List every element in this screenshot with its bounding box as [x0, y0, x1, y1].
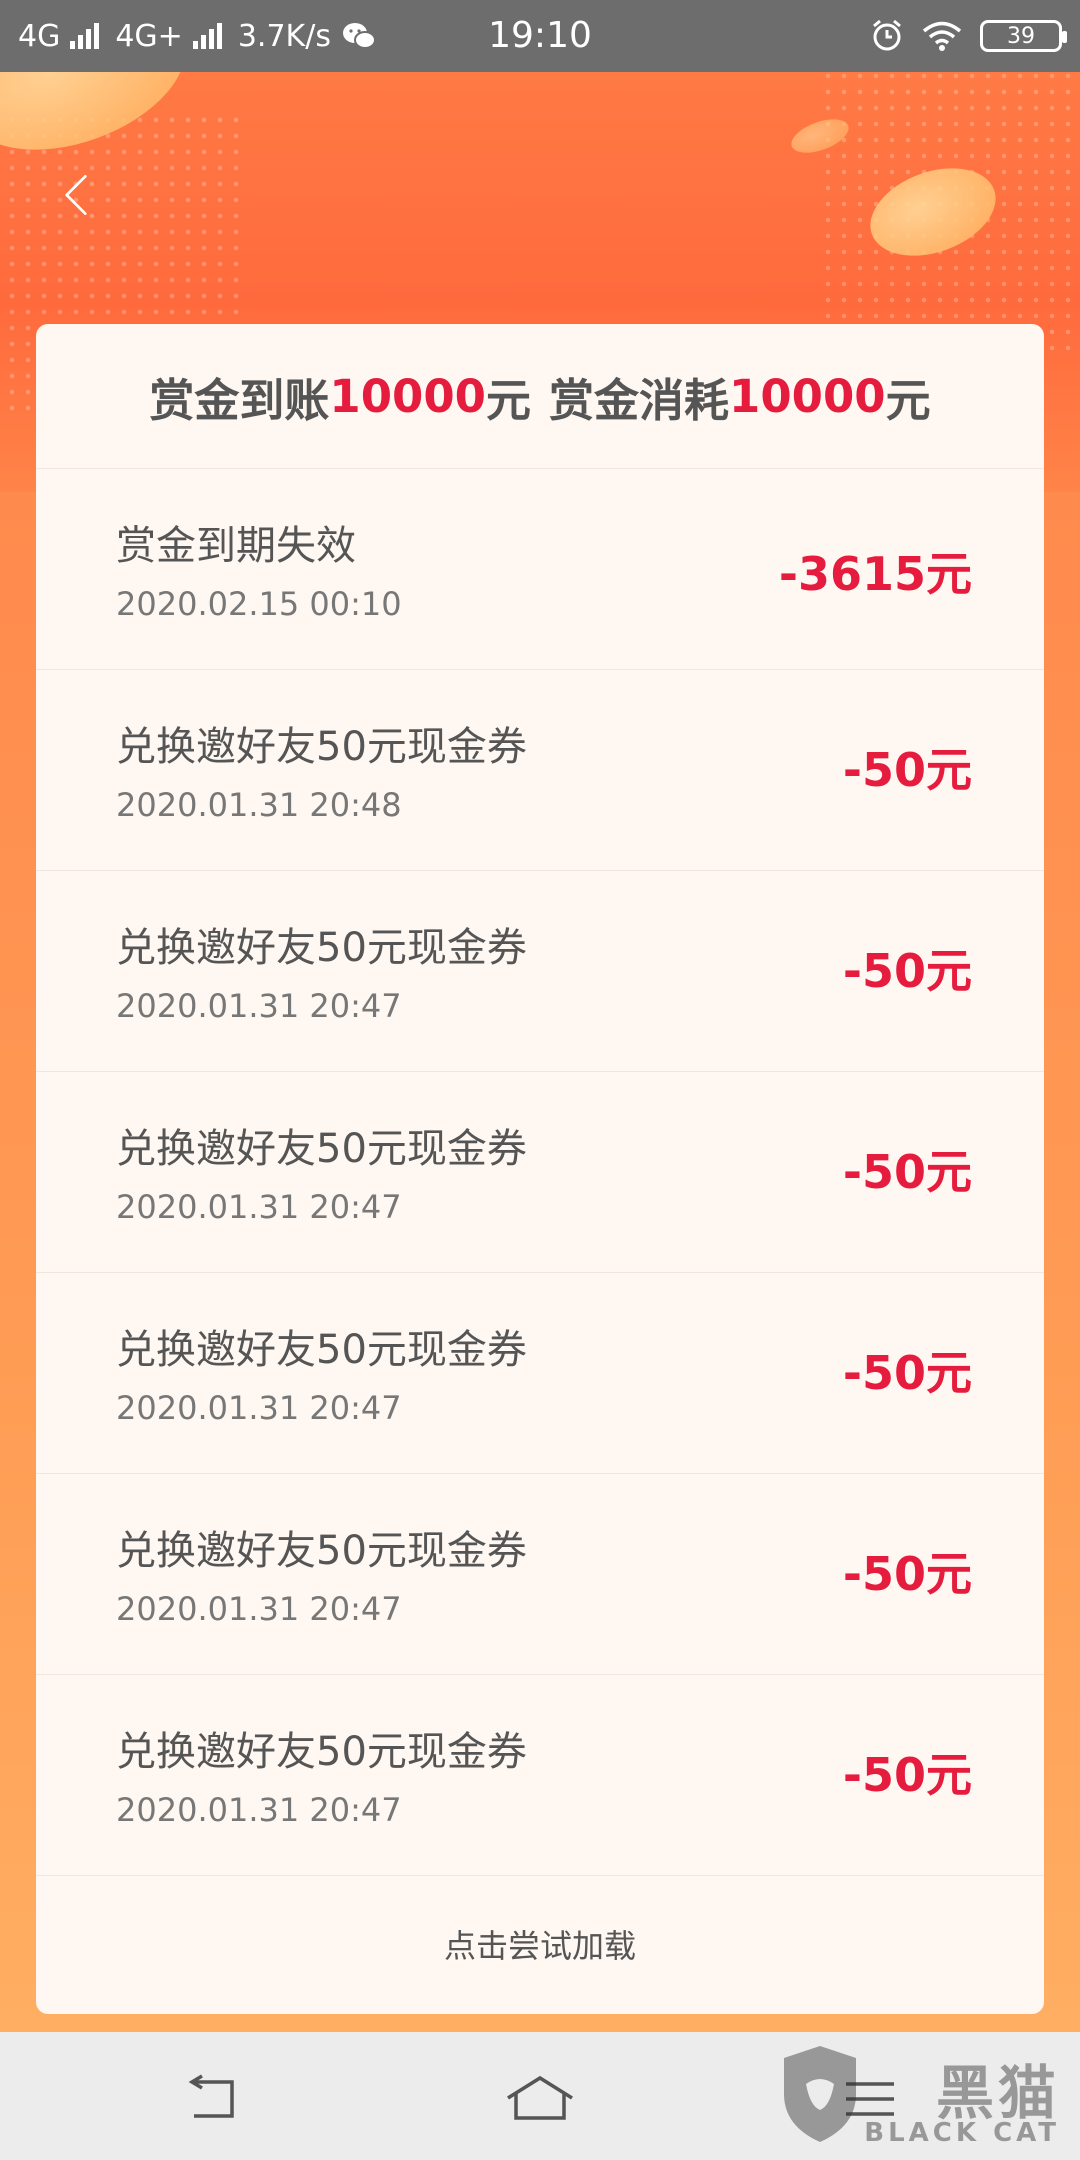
record-row: 兑换邀好友50元现金券 2020.01.31 20:47 -50元: [36, 1474, 1044, 1675]
record-date: 2020.01.31 20:47: [116, 1188, 402, 1226]
record-date: 2020.01.31 20:47: [116, 1590, 402, 1628]
bounty-summary: 赏金到账 10000 元 赏金消耗 10000 元: [36, 324, 1044, 469]
record-amount: -50元: [842, 944, 972, 998]
wifi-icon: [922, 21, 962, 51]
record-title: 赏金到期失效: [116, 523, 356, 569]
load-more-button[interactable]: 点击尝试加载: [36, 1876, 1044, 2014]
summary-out-label: 赏金消耗: [549, 373, 730, 427]
record-row: 兑换邀好友50元现金券 2020.01.31 20:47 -50元: [36, 1273, 1044, 1474]
record-title: 兑换邀好友50元现金券: [116, 724, 527, 770]
summary-in-amount: 10000: [329, 369, 486, 423]
record-row: 兑换邀好友50元现金券 2020.01.31 20:47 -50元: [36, 1675, 1044, 1876]
record-amount: -3615元: [778, 547, 972, 601]
bounty-record-card: 赏金到账 10000 元 赏金消耗 10000 元 赏金到期失效 2020.02…: [36, 324, 1044, 2014]
black-cat-watermark: 黑猫 BLACK CAT: [780, 2040, 1060, 2150]
record-title: 兑换邀好友50元现金券: [116, 1528, 527, 1574]
record-title: 兑换邀好友50元现金券: [116, 1729, 527, 1775]
record-amount: -50元: [842, 1547, 972, 1601]
battery-indicator: 39: [980, 20, 1067, 52]
record-amount: -50元: [842, 743, 972, 797]
record-date: 2020.01.31 20:47: [116, 987, 402, 1025]
record-date: 2020.02.15 00:10: [116, 585, 402, 623]
record-amount: -50元: [842, 1748, 972, 1802]
record-title: 兑换邀好友50元现金券: [116, 1126, 527, 1172]
battery-level: 39: [1007, 23, 1035, 49]
status-bar: 4G 4G+ 3.7K/s 19:10 39: [0, 0, 1080, 72]
summary-in-label: 赏金到账: [149, 373, 330, 427]
back-arrow-icon[interactable]: [56, 175, 96, 215]
summary-out-amount: 10000: [729, 369, 886, 423]
record-date: 2020.01.31 20:47: [116, 1389, 402, 1427]
record-amount: -50元: [842, 1145, 972, 1199]
record-row: 兑换邀好友50元现金券 2020.01.31 20:47 -50元: [36, 871, 1044, 1072]
summary-in-unit: 元: [485, 373, 531, 427]
record-row: 兑换邀好友50元现金券 2020.01.31 20:48 -50元: [36, 670, 1044, 871]
black-cat-logo-icon: [784, 2046, 856, 2142]
record-amount: -50元: [842, 1346, 972, 1400]
record-title: 兑换邀好友50元现金券: [116, 1327, 527, 1373]
record-date: 2020.01.31 20:47: [116, 1791, 402, 1829]
record-title: 兑换邀好友50元现金券: [116, 925, 527, 971]
home-nav-icon[interactable]: [504, 2074, 576, 2124]
summary-out-unit: 元: [885, 373, 931, 427]
alarm-icon: [873, 19, 901, 51]
record-row: 赏金到期失效 2020.02.15 00:10 -3615元: [36, 469, 1044, 670]
watermark-sub: BLACK CAT: [864, 2118, 1060, 2148]
record-date: 2020.01.31 20:48: [116, 786, 402, 824]
record-row: 兑换邀好友50元现金券 2020.01.31 20:47 -50元: [36, 1072, 1044, 1273]
back-nav-icon[interactable]: [180, 2074, 240, 2124]
